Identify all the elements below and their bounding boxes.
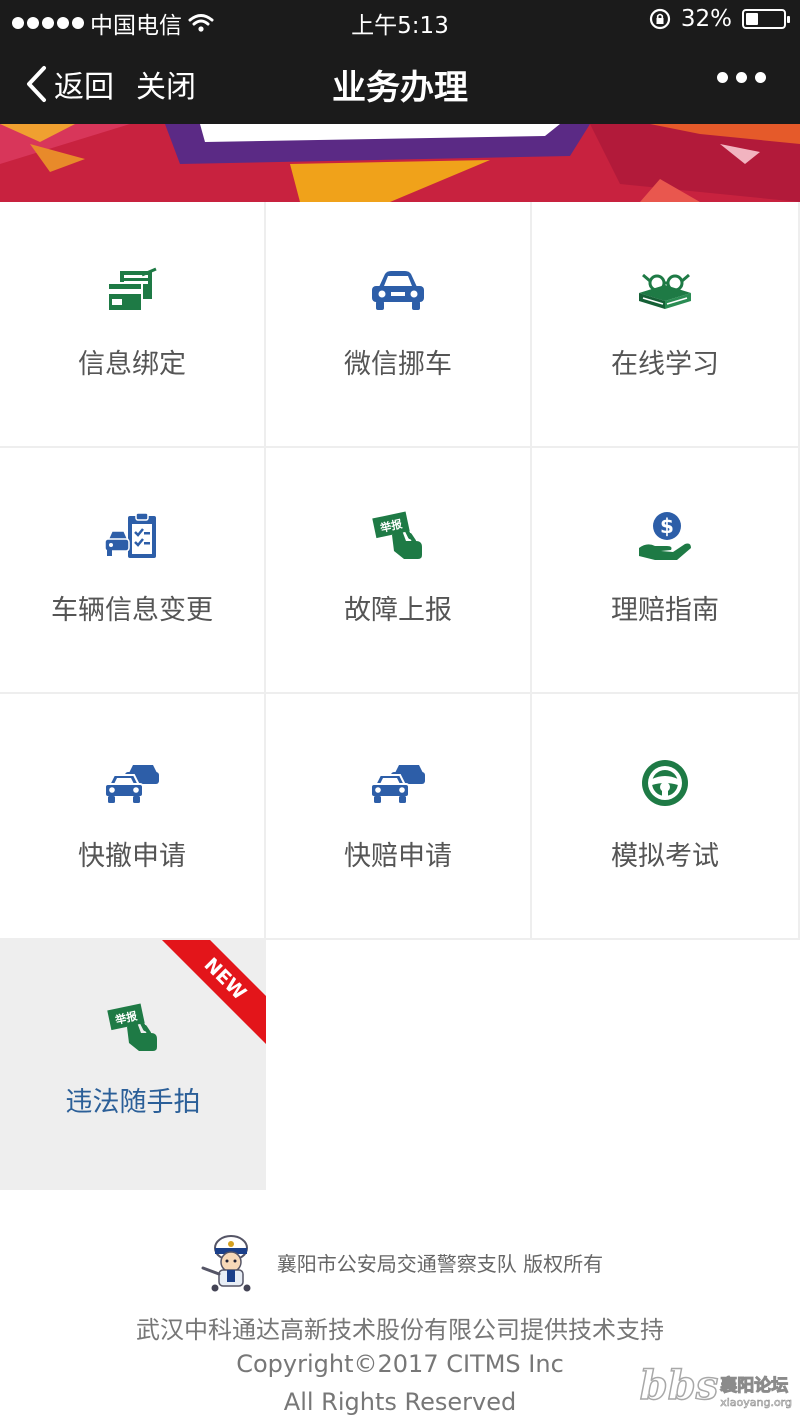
battery-level-fill [746, 13, 758, 25]
battery-percent: 32% [680, 6, 732, 32]
car-icon [372, 271, 424, 310]
nav-bar: 返回 关闭 业务办理 [0, 42, 800, 124]
steering-wheel-icon [642, 760, 688, 806]
police-mascot-icon [201, 1235, 251, 1292]
card-binding-icon [107, 267, 157, 312]
service-wechat-move-car[interactable]: 微信挪车 [266, 202, 532, 448]
service-label: 快赔申请 [344, 841, 452, 872]
copyright-owner: 襄阳市公安局交通警察支队 版权所有 [276, 1251, 604, 1276]
watermark-bbs: bbs [639, 1361, 719, 1410]
banner-image [0, 124, 800, 202]
service-label: 违法随手拍 [65, 1087, 201, 1118]
service-label: 故障上报 [344, 595, 452, 626]
service-label: 在线学习 [611, 349, 719, 380]
service-label: 模拟考试 [611, 841, 719, 872]
car-clipboard-icon [104, 512, 156, 558]
service-info-binding[interactable]: 信息绑定 [0, 202, 266, 448]
battery-icon [742, 9, 790, 29]
page-title: 业务办理 [332, 68, 468, 108]
watermark-url: xiaoyang.org [720, 1396, 792, 1410]
watermark-site-name: 襄阳论坛 [720, 1376, 789, 1397]
book-glasses-icon [639, 273, 691, 309]
service-label: 车辆信息变更 [51, 595, 213, 626]
svg-text:$: $ [660, 514, 674, 538]
hand-dollar-icon: $ [639, 512, 691, 560]
service-fault-report[interactable]: 举报 故障上报 [266, 448, 532, 694]
hand-report-icon: 举报 [107, 1003, 157, 1051]
rotation-lock-icon [649, 8, 670, 30]
service-claim-guide[interactable]: $ 理赔指南 [532, 448, 800, 694]
service-online-learning[interactable]: 在线学习 [532, 202, 800, 448]
service-quick-withdraw[interactable]: 快撤申请 [0, 694, 266, 940]
two-cars-icon [104, 765, 159, 803]
watermark-logo: bbs 襄阳论坛 xiaoyang.org [639, 1361, 792, 1410]
two-cars-icon [370, 765, 425, 803]
service-vehicle-info-change[interactable]: 车辆信息变更 [0, 448, 266, 694]
service-violation-snapshot[interactable]: NEW 举报 违法随手拍 [0, 940, 266, 1190]
service-label: 微信挪车 [344, 349, 452, 380]
service-quick-claim[interactable]: 快赔申请 [266, 694, 532, 940]
status-bar: 中国电信 上午5:13 32% [0, 0, 800, 42]
service-mock-exam[interactable]: 模拟考试 [532, 694, 800, 940]
service-label: 理赔指南 [611, 595, 719, 626]
more-options-button[interactable] [717, 72, 766, 83]
tech-support-text: 武汉中科通达高新技术股份有限公司提供技术支持 [136, 1316, 664, 1344]
hand-report-icon: 举报 [372, 511, 422, 559]
service-label: 信息绑定 [78, 349, 186, 380]
service-label: 快撤申请 [78, 841, 186, 872]
banner-graphic [0, 124, 800, 202]
